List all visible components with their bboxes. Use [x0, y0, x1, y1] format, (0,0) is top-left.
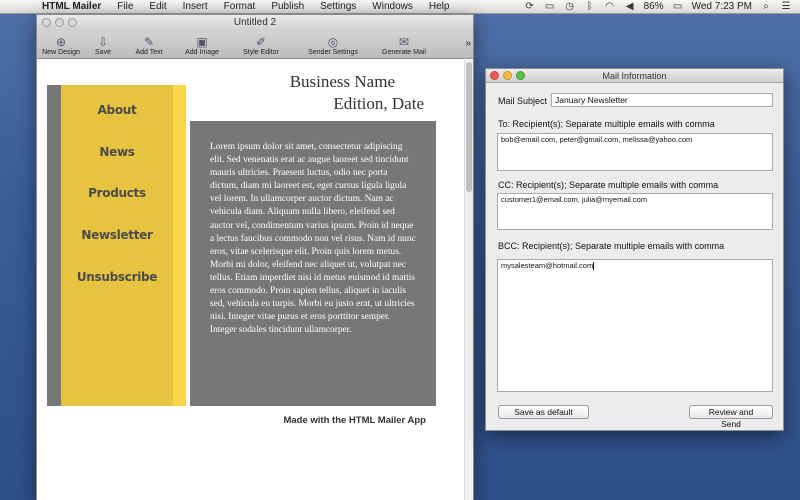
footer-credit: Made with the HTML Mailer App — [283, 415, 426, 426]
brush-icon: ✐ — [255, 35, 267, 49]
editor-titlebar[interactable]: Untitled 2 — [37, 15, 473, 31]
time-machine-icon[interactable]: ◷ — [564, 0, 576, 14]
notification-list-icon[interactable]: ☰ — [780, 0, 792, 14]
style-editor-button[interactable]: ✐ Style Editor — [236, 35, 286, 56]
wifi-icon[interactable]: ◠ — [604, 0, 616, 14]
mail-information-window: Mail Information Mail Subject To: Recipi… — [485, 68, 784, 431]
style-editor-label: Style Editor — [243, 49, 279, 56]
to-recipients-value: bob@email.com, peter@gmail.com, melissa@… — [501, 135, 693, 144]
sender-settings-button[interactable]: ◎ Sender Settings — [301, 35, 365, 56]
nav-link-about[interactable]: About — [61, 103, 173, 117]
to-recipients-field[interactable]: bob@email.com, peter@gmail.com, melissa@… — [497, 133, 773, 171]
bcc-recipients-value: mysalesteam@hotmail.com — [501, 261, 594, 270]
airplay-icon[interactable]: ▭ — [544, 0, 556, 14]
editor-window-title: Untitled 2 — [233, 17, 277, 28]
sync-icon[interactable]: ⟳ — [524, 0, 536, 14]
text-cursor — [593, 262, 595, 271]
newsletter-sidebar: About News Products Newsletter Unsubscri… — [47, 85, 186, 406]
new-design-icon: ⊕ — [55, 35, 67, 49]
menu-insert[interactable]: Insert — [175, 0, 216, 14]
battery-icon[interactable]: ▭ — [672, 0, 684, 14]
menu-settings[interactable]: Settings — [312, 0, 364, 14]
mail-window-title: Mail Information — [602, 71, 667, 81]
newsletter-sidebar-panel: About News Products Newsletter Unsubscri… — [61, 85, 173, 406]
design-canvas[interactable]: About News Products Newsletter Unsubscri… — [37, 60, 465, 500]
menu-file[interactable]: File — [109, 0, 141, 14]
add-image-button[interactable]: ▣ Add Image — [180, 35, 224, 56]
menu-edit[interactable]: Edit — [141, 0, 174, 14]
nav-link-products[interactable]: Products — [61, 186, 173, 200]
menu-windows[interactable]: Windows — [364, 0, 421, 14]
generate-mail-icon: ✉ — [398, 35, 410, 49]
minimize-button[interactable] — [55, 18, 64, 27]
vertical-scrollbar[interactable] — [464, 60, 473, 500]
window-controls — [42, 18, 77, 27]
nav-link-unsubscribe[interactable]: Unsubscribe — [61, 270, 173, 284]
business-name-heading[interactable]: Business Name — [187, 72, 395, 92]
sidebar-accent-strip — [173, 85, 186, 406]
mail-minimize-button[interactable] — [503, 71, 512, 80]
toolbar: ⊕ New Design ⇩ Save ✎ Add Text ▣ Add Ima… — [37, 31, 473, 59]
add-text-label: Add Text — [135, 49, 163, 56]
sender-settings-label: Sender Settings — [308, 49, 358, 56]
editor-window: Untitled 2 ⊕ New Design ⇩ Save ✎ Add Tex… — [36, 14, 474, 500]
mail-window-controls — [490, 71, 525, 80]
menu-app-name[interactable]: HTML Mailer — [34, 0, 109, 14]
close-button[interactable] — [42, 18, 51, 27]
mail-window-titlebar[interactable]: Mail Information — [486, 69, 783, 83]
sender-settings-icon: ◎ — [327, 35, 339, 49]
volume-icon[interactable]: ◀ — [624, 0, 636, 14]
menu-format[interactable]: Format — [216, 0, 264, 14]
add-text-button[interactable]: ✎ Add Text — [129, 35, 169, 56]
menu-bar: HTML Mailer File Edit Insert Format Publ… — [0, 0, 800, 14]
nav-link-newsletter[interactable]: Newsletter — [61, 228, 173, 242]
review-and-send-button[interactable]: Review and Send — [689, 405, 773, 429]
save-label: Save — [95, 49, 111, 56]
subject-label: Mail Subject — [498, 96, 548, 106]
add-image-label: Add Image — [185, 49, 219, 56]
bcc-label: BCC: Recipient(s); Separate multiple ema… — [498, 241, 725, 251]
mail-zoom-button[interactable] — [516, 71, 525, 80]
scroll-thumb[interactable] — [466, 62, 472, 192]
bcc-recipients-field[interactable]: mysalesteam@hotmail.com — [497, 259, 773, 392]
toolbar-overflow-icon[interactable]: » — [465, 38, 471, 49]
cc-recipients-value: customer1@email.com, julia@myemail.com — [501, 195, 648, 204]
menu-help[interactable]: Help — [421, 0, 458, 14]
save-icon: ⇩ — [97, 35, 109, 49]
image-icon: ▣ — [196, 35, 208, 49]
mail-close-button[interactable] — [490, 71, 499, 80]
cc-label: CC: Recipient(s); Separate multiple emai… — [498, 180, 719, 190]
new-design-label: New Design — [42, 49, 80, 56]
new-design-button[interactable]: ⊕ New Design — [37, 35, 85, 56]
subject-input[interactable] — [551, 93, 773, 107]
save-button[interactable]: ⇩ Save — [88, 35, 118, 56]
newsletter-body-text[interactable]: Lorem ipsum dolor sit amet, consectetur … — [190, 121, 436, 406]
status-area: ⟳ ▭ ◷ ᛒ ◠ ◀ 86% ▭ Wed 7:23 PM ⌕ ☰ — [524, 0, 800, 14]
spotlight-search-icon[interactable]: ⌕ — [760, 0, 772, 14]
bluetooth-icon[interactable]: ᛒ — [584, 0, 596, 14]
pencil-icon: ✎ — [143, 35, 155, 49]
edition-date-heading[interactable]: Edition, Date — [187, 94, 424, 114]
cc-recipients-field[interactable]: customer1@email.com, julia@myemail.com — [497, 193, 773, 230]
battery-percent[interactable]: 86% — [644, 0, 664, 14]
nav-link-news[interactable]: News — [61, 145, 173, 159]
generate-mail-button[interactable]: ✉ Generate Mail — [378, 35, 430, 56]
menu-publish[interactable]: Publish — [263, 0, 312, 14]
zoom-button[interactable] — [68, 18, 77, 27]
save-as-default-button[interactable]: Save as default — [498, 405, 589, 419]
clock[interactable]: Wed 7:23 PM — [692, 0, 752, 14]
generate-mail-label: Generate Mail — [382, 49, 426, 56]
to-label: To: Recipient(s); Separate multiple emai… — [498, 119, 715, 129]
